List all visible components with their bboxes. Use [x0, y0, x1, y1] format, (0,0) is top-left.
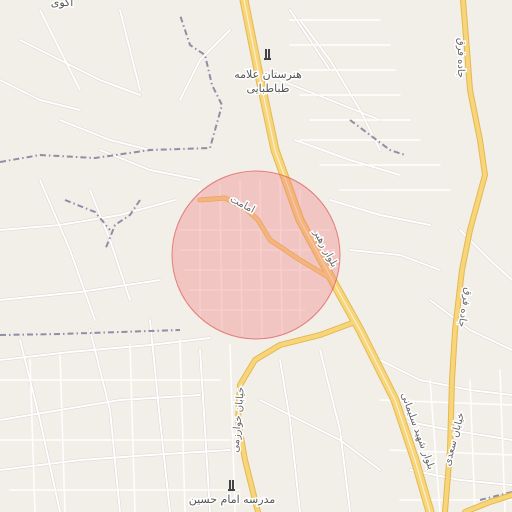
- highlight-circle[interactable]: [171, 170, 341, 340]
- place-label-top-left: اکوی: [51, 0, 74, 9]
- poi-school-1-name-line1: هنرستان علامه: [234, 68, 302, 81]
- road-label-east-top: جاده فرق: [455, 38, 466, 78]
- map-canvas[interactable]: اکوی هنرستان علامه طباطبایی مدرسه امام ح…: [0, 0, 512, 512]
- poi-school-1-name-line2: طباطبایی: [246, 82, 289, 95]
- poi-school-2-name: مدرسه امام حسین: [189, 493, 276, 506]
- map-view[interactable]: اکوی هنرستان علامه طباطبایی مدرسه امام ح…: [0, 0, 512, 512]
